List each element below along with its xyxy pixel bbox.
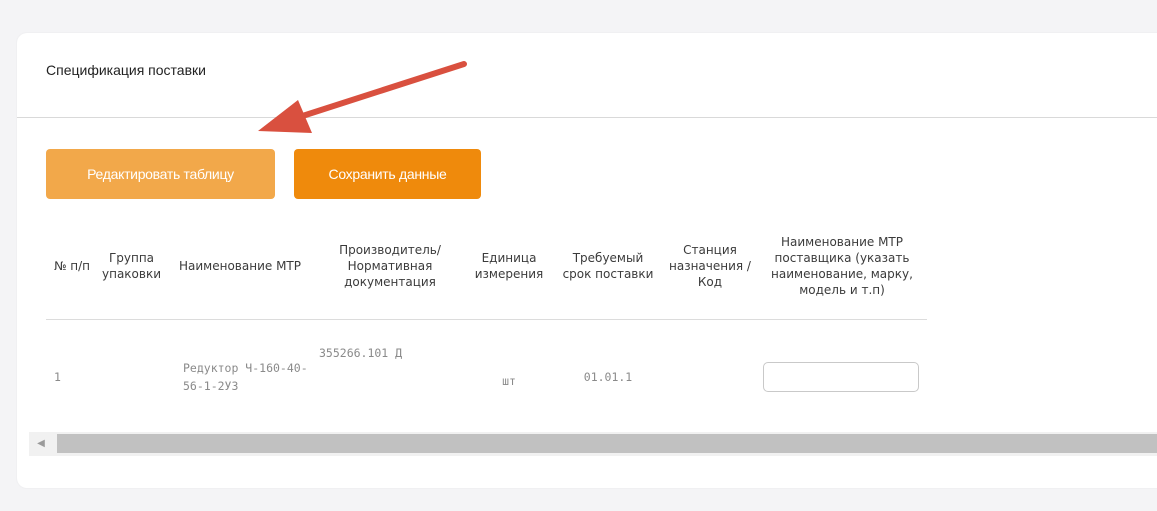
header-maker: Производитель/ Нормативная документация <box>315 213 465 320</box>
section-title: Спецификация поставки <box>46 62 206 78</box>
header-station: Станция назначения / Код <box>663 213 757 320</box>
header-name: Наименование МТР <box>165 213 315 320</box>
horizontal-scrollbar[interactable]: ◀ <box>29 432 1157 456</box>
save-data-button[interactable]: Сохранить данные <box>294 149 481 199</box>
header-term: Требуемый срок поставки <box>553 213 663 320</box>
cell-name: Редуктор Ч-160-40-56-1-2У3 <box>165 319 315 435</box>
cell-group <box>98 319 165 435</box>
cell-num: 1 <box>46 319 98 435</box>
chevron-left-icon[interactable]: ◀ <box>29 432 53 456</box>
edit-table-button[interactable]: Редактировать таблицу <box>46 149 275 199</box>
specification-card: Спецификация поставки Редактировать табл… <box>17 33 1157 488</box>
scrollbar-thumb[interactable] <box>57 434 1157 453</box>
header-group: Группа упаковки <box>98 213 165 320</box>
specification-table: № п/п Группа упаковки Наименование МТР П… <box>46 213 927 435</box>
header-num: № п/п <box>46 213 98 320</box>
table-header-row: № п/п Группа упаковки Наименование МТР П… <box>46 213 927 320</box>
divider <box>17 117 1157 118</box>
supplier-name-input[interactable] <box>763 362 919 392</box>
cell-station <box>663 319 757 435</box>
cropped-top-text <box>0 0 1157 8</box>
cell-term: 01.01.1 <box>553 319 663 435</box>
header-unit: Единица измерения <box>465 213 553 320</box>
cell-unit: шт <box>465 319 553 435</box>
header-supplier-name: Наименование МТР поставщика (указать наи… <box>757 213 927 320</box>
cell-maker: 355266.101 Д <box>315 319 465 435</box>
table-row: 1 Редуктор Ч-160-40-56-1-2У3 355266.101 … <box>46 319 927 435</box>
cell-supplier-name <box>757 319 927 435</box>
